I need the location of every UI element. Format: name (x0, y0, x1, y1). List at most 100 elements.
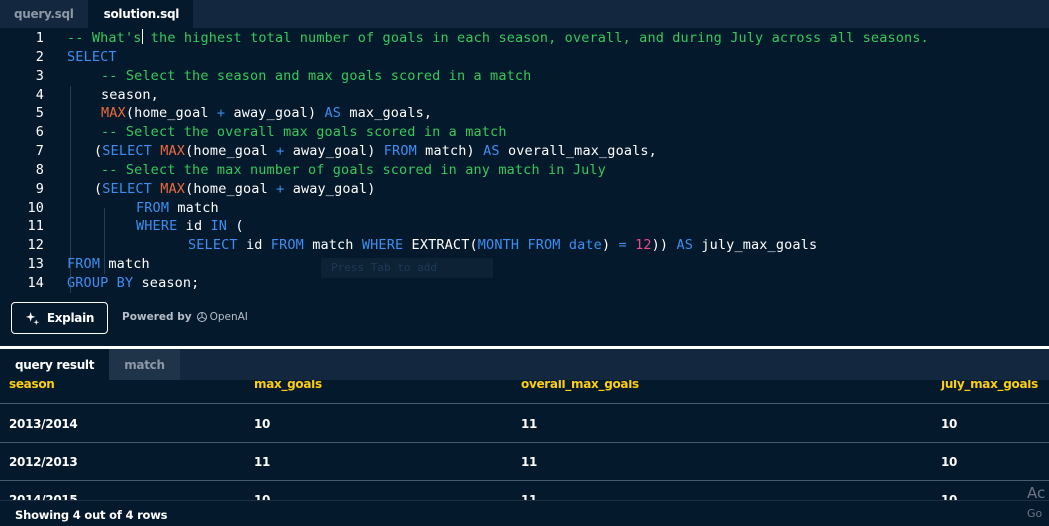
table-row: 2013/2014 10 11 10 (0, 405, 1049, 443)
keyword: FROM (67, 256, 101, 273)
code-line-6: 6 -- Select the overall max goals scored … (0, 123, 1049, 142)
keyword: MONTH (477, 237, 520, 254)
editor-tab-bar: query.sql solution.sql (0, 0, 1049, 28)
code-text: (home_goal (185, 180, 277, 197)
comment-text: -- Select the season and max goals score… (101, 67, 532, 84)
results-footer: Showing 4 out of 4 rows (0, 500, 1049, 526)
keyword: SELECT (102, 143, 152, 160)
keyword: FROM (136, 199, 170, 216)
function-name: MAX (160, 143, 186, 160)
code-text: id (177, 218, 211, 235)
line-number: 8 (35, 161, 44, 178)
code-line-5: 5 MAX(home_goal + away_goal) AS max_goals… (0, 104, 1049, 123)
keyword: AS (324, 105, 342, 122)
sparkle-icon (25, 311, 39, 325)
line-number: 12 (27, 237, 44, 254)
code-text: match (303, 237, 362, 254)
openai-label: OpenAI (209, 311, 248, 323)
code-line-2: 2 SELECT (0, 48, 1049, 67)
line-number: 7 (35, 143, 44, 160)
line-number: 2 (35, 48, 44, 65)
keyword: SELECT (67, 48, 117, 65)
explain-button[interactable]: Explain (11, 302, 108, 334)
code-line-4: 4 season, (0, 86, 1049, 105)
code-text: EXTRACT( (403, 237, 478, 254)
watermark-line-2: Go (1027, 507, 1043, 520)
powered-by-openai: Powered by OpenAI (122, 311, 248, 323)
function-name: MAX (160, 180, 186, 197)
code-line-7: 7 (SELECT MAX(home_goal + away_goal) FROM… (0, 142, 1049, 161)
keyword: WHERE (136, 218, 178, 235)
code-text: season, (101, 86, 159, 103)
cell-season: 2013/2014 (9, 417, 78, 431)
openai-logo-icon (196, 312, 207, 322)
table-row: 2012/2013 11 11 10 (0, 443, 1049, 481)
cell-season: 2012/2013 (9, 455, 78, 469)
keyword: GROUP BY (67, 274, 134, 291)
cell-max-goals: 11 (254, 455, 271, 469)
tab-query-sql[interactable]: query.sql (0, 0, 88, 28)
code-text: ( (227, 218, 244, 235)
keyword: AS (483, 143, 500, 160)
keyword: SELECT (102, 180, 152, 197)
faded-hint-tooltip: Press Tab to add (321, 258, 493, 278)
code-text: id (237, 237, 271, 254)
line-number: 9 (35, 180, 44, 197)
code-text: away_goal) (284, 180, 376, 197)
line-number: 1 (35, 30, 44, 46)
code-text: away_goal) (225, 105, 325, 122)
cell-overall-max-goals: 11 (521, 417, 538, 431)
code-line-12: 12 SELECT id FROM match WHERE EXTRACT(MON… (0, 236, 1049, 255)
code-area[interactable]: 1 -- What's the highest total number of g… (0, 29, 1049, 293)
keyword: IN (210, 218, 228, 235)
code-line-1: 1 -- What's the highest total number of g… (0, 29, 1049, 48)
keyword: FROM (383, 143, 417, 160)
keyword: FROM (270, 237, 304, 254)
cell-overall-max-goals: 11 (521, 455, 538, 469)
explain-button-label: Explain (46, 311, 95, 325)
cell-max-goals: 10 (254, 417, 271, 431)
tab-solution-sql[interactable]: solution.sql (87, 0, 194, 28)
line-number: 10 (27, 199, 44, 216)
function-name: MAX (101, 105, 126, 122)
cell-july-max-goals: 10 (941, 455, 958, 469)
tab-match[interactable]: match (109, 349, 180, 380)
powered-by-label: Powered by (122, 311, 192, 323)
line-number: 11 (27, 218, 44, 235)
comment-text: -- Select the max number of goals scored… (101, 161, 606, 178)
line-number: 14 (27, 274, 44, 291)
code-text: away_goal) (284, 143, 384, 160)
code-text: season; (133, 274, 200, 291)
comment-text: -- Select the overall max goals scored i… (101, 124, 507, 141)
line-number: 13 (27, 256, 44, 273)
code-text: (home_goal (185, 143, 277, 160)
code-text: (home_goal (125, 105, 217, 122)
code-text: ) (601, 237, 619, 254)
openai-brand: OpenAI (196, 311, 248, 323)
code-text: match) (416, 143, 484, 160)
operator: = (618, 237, 627, 254)
keyword: date (568, 237, 602, 254)
code-line-3: 3 -- Select the season and max goals scor… (0, 67, 1049, 86)
code-line-14: 14 GROUP BY season; (0, 274, 1049, 293)
comment-text: the highest total number of goals in eac… (142, 30, 929, 46)
row-count-status: Showing 4 out of 4 rows (15, 508, 168, 522)
operator: + (216, 105, 226, 122)
number-literal: 12 (635, 237, 652, 254)
line-number: 3 (35, 67, 44, 84)
tab-query-result[interactable]: query result (0, 349, 110, 380)
sql-editor-panel: query.sql solution.sql 1 -- What's the hi… (0, 0, 1049, 346)
code-text: max_goals, (341, 105, 433, 122)
code-text: july_max_goals (693, 237, 818, 254)
results-tab-bar: query result match (0, 349, 1049, 380)
code-line-13: 13 FROM match (0, 255, 1049, 274)
code-line-9: 9 (SELECT MAX(home_goal + away_goal) (0, 180, 1049, 199)
keyword: AS (676, 237, 694, 254)
code-line-8: 8 -- Select the max number of goals score… (0, 161, 1049, 180)
code-line-10: 10 FROM match (0, 199, 1049, 218)
keyword: WHERE (361, 237, 404, 254)
